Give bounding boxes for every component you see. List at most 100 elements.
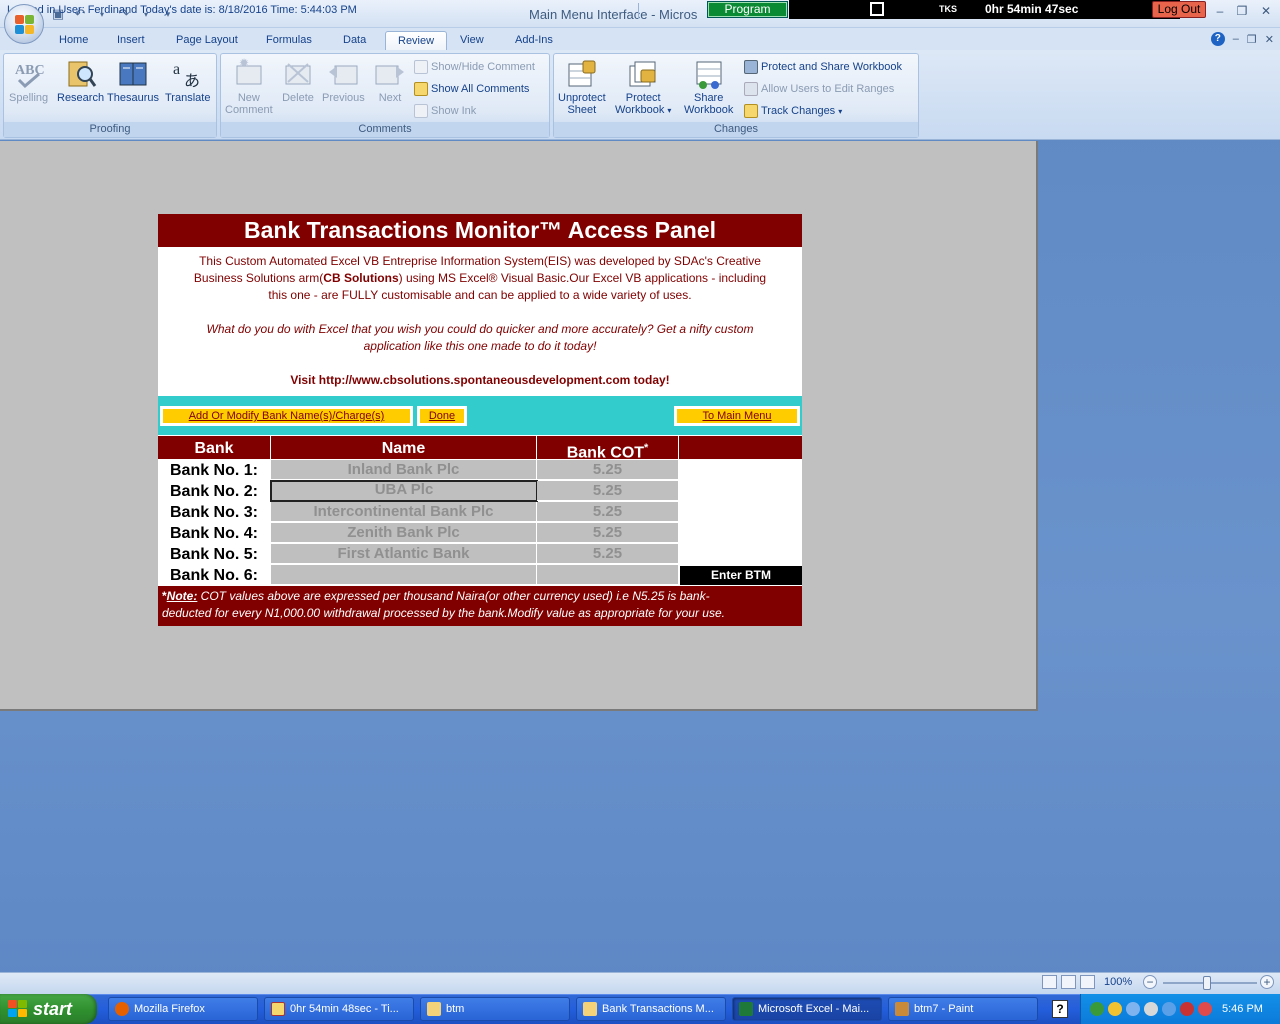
- bank-cot-cell[interactable]: 5.25: [537, 523, 679, 543]
- research-button[interactable]: Research: [57, 58, 104, 104]
- show-ink-button[interactable]: Show Ink: [414, 104, 476, 118]
- workbook-minimize-icon[interactable]: –: [1233, 33, 1239, 45]
- bank-name-cell-selected[interactable]: UBA Plc: [270, 480, 538, 502]
- bank-cot-cell[interactable]: 5.25: [537, 460, 679, 480]
- add-modify-bank-button[interactable]: Add Or Modify Bank Name(s)/Charge(s): [160, 406, 413, 426]
- task-btm-folder[interactable]: btm: [420, 997, 570, 1021]
- window-title: Main Menu Interface - Micros: [529, 7, 698, 22]
- normal-view-icon[interactable]: [1042, 975, 1057, 989]
- show-hide-comment-icon: [414, 60, 428, 74]
- next-comment-button[interactable]: Next: [374, 58, 406, 104]
- connection-tray-icon[interactable]: [1126, 1002, 1140, 1016]
- track-changes-button[interactable]: Track Changes ▾: [744, 104, 842, 118]
- zoom-level[interactable]: 100%: [1104, 976, 1132, 988]
- start-button[interactable]: start: [0, 994, 97, 1024]
- tab-formulas[interactable]: Formulas: [254, 31, 324, 50]
- tab-page-layout[interactable]: Page Layout: [164, 31, 250, 50]
- panel-title: Bank Transactions Monitor™ Access Panel: [158, 214, 802, 247]
- svg-text:あ: あ: [184, 72, 200, 90]
- help-icon[interactable]: ?: [1210, 32, 1225, 46]
- main-menu-button[interactable]: To Main Menu: [674, 406, 800, 426]
- bank-cot-cell[interactable]: 5.25: [537, 502, 679, 522]
- protect-workbook-icon: [627, 58, 659, 90]
- page-layout-view-icon[interactable]: [1061, 975, 1076, 989]
- changes-group-label: Changes: [554, 122, 918, 137]
- bank-label: Bank No. 2:: [169, 483, 258, 500]
- thesaurus-button[interactable]: Thesaurus: [107, 58, 159, 104]
- visit-link[interactable]: Visit http://www.cbsolutions.spontaneous…: [158, 373, 802, 387]
- firefox-icon: [115, 1002, 129, 1016]
- zoom-slider-thumb[interactable]: [1203, 976, 1211, 990]
- allow-users-edit-ranges-button[interactable]: Allow Users to Edit Ranges: [744, 82, 894, 96]
- tab-insert[interactable]: Insert: [105, 31, 157, 50]
- bank-label: Bank No. 6:: [169, 567, 258, 584]
- windows-flag-icon: [8, 1000, 28, 1018]
- task-bank-transactions-folder[interactable]: Bank Transactions M...: [576, 997, 726, 1021]
- new-comment-button[interactable]: ✹ New Comment: [225, 56, 273, 116]
- help-tray-icon[interactable]: ?: [1052, 1000, 1068, 1018]
- enter-btm-button[interactable]: Enter BTM: [680, 566, 802, 585]
- close-icon[interactable]: ✕: [1256, 4, 1276, 18]
- tab-home[interactable]: Home: [47, 31, 100, 50]
- track-changes-dropdown-icon: ▾: [838, 106, 843, 116]
- logout-button[interactable]: Log Out: [1152, 1, 1206, 18]
- security-shield-icon[interactable]: [1108, 1002, 1122, 1016]
- task-timer[interactable]: 0hr 54min 48sec - Ti...: [264, 997, 414, 1021]
- antivirus-tray-icon[interactable]: [1198, 1002, 1212, 1016]
- unprotect-sheet-button[interactable]: Unprotect Sheet: [558, 58, 606, 116]
- page-break-view-icon[interactable]: [1080, 975, 1095, 989]
- zoom-in-icon[interactable]: +: [1260, 975, 1274, 989]
- tab-review[interactable]: Review: [385, 31, 448, 50]
- track-changes-icon: [744, 104, 758, 118]
- restore-icon[interactable]: ❐: [1232, 4, 1252, 18]
- spelling-button[interactable]: ABC Spelling: [9, 58, 48, 104]
- question-text: What do you do with Excel that you wish …: [206, 322, 754, 353]
- task-paint[interactable]: btm7 - Paint: [888, 997, 1038, 1021]
- intro-text: This Custom Automated Excel VB Entrepris…: [193, 254, 767, 302]
- tab-add-ins[interactable]: Add-Ins: [503, 31, 565, 50]
- previous-comment-button[interactable]: Previous: [322, 58, 365, 104]
- bank-name-cell[interactable]: Intercontinental Bank Plc: [271, 502, 537, 522]
- access-panel: Bank Transactions Monitor™ Access Panel …: [158, 214, 802, 626]
- translate-button[interactable]: aあ Translate: [165, 58, 210, 104]
- workbook-restore-icon[interactable]: ❐: [1247, 33, 1257, 46]
- update-tray-icon[interactable]: [1162, 1002, 1176, 1016]
- bank-cot-cell[interactable]: [537, 565, 679, 585]
- network-tray-icon[interactable]: [1090, 1002, 1104, 1016]
- excel-icon: [739, 1002, 753, 1016]
- cot-note: *Note: COT values above are expressed pe…: [158, 586, 802, 626]
- bank-cot-cell[interactable]: 5.25: [537, 481, 679, 501]
- speaker-tray-icon[interactable]: [1144, 1002, 1158, 1016]
- status-divider: [638, 3, 639, 19]
- done-button[interactable]: Done: [417, 406, 467, 426]
- tab-data[interactable]: Data: [331, 31, 378, 50]
- protect-workbook-button[interactable]: Protect Workbook ▾: [615, 58, 671, 116]
- header-extra: [679, 436, 802, 459]
- bank-name-cell[interactable]: [271, 565, 537, 585]
- protect-share-workbook-button[interactable]: Protect and Share Workbook: [744, 60, 902, 74]
- bank-name-cell[interactable]: Zenith Bank Plc: [271, 523, 537, 543]
- task-firefox[interactable]: Mozilla Firefox: [108, 997, 258, 1021]
- task-excel[interactable]: Microsoft Excel - Mai...: [732, 997, 882, 1021]
- show-all-comments-button[interactable]: Show All Comments: [414, 82, 529, 96]
- bank-name-cell[interactable]: Inland Bank Plc: [271, 460, 537, 480]
- office-button[interactable]: [4, 4, 44, 44]
- share-workbook-icon: [693, 58, 725, 90]
- bank-label: Bank No. 4:: [169, 525, 258, 542]
- program-button[interactable]: Program: [707, 1, 788, 18]
- stop-tray-icon[interactable]: [1180, 1002, 1194, 1016]
- share-workbook-button[interactable]: Share Workbook: [684, 58, 733, 116]
- bank-name-cell[interactable]: First Atlantic Bank: [271, 544, 537, 564]
- minimize-icon[interactable]: –: [1210, 4, 1230, 18]
- proofing-group: ABC Spelling Research Thesaurus aあ Trans…: [3, 53, 217, 138]
- checkbox-square-icon[interactable]: [870, 2, 884, 16]
- next-comment-icon: [374, 58, 406, 90]
- protect-share-workbook-icon: [744, 60, 758, 74]
- show-hide-comment-button[interactable]: Show/Hide Comment: [414, 60, 535, 74]
- allow-users-edit-ranges-icon: [744, 82, 758, 96]
- zoom-out-icon[interactable]: −: [1143, 975, 1157, 989]
- tab-view[interactable]: View: [448, 31, 496, 50]
- workbook-close-icon[interactable]: ✕: [1265, 33, 1274, 46]
- bank-cot-cell[interactable]: 5.25: [537, 544, 679, 564]
- delete-comment-button[interactable]: Delete: [282, 58, 314, 104]
